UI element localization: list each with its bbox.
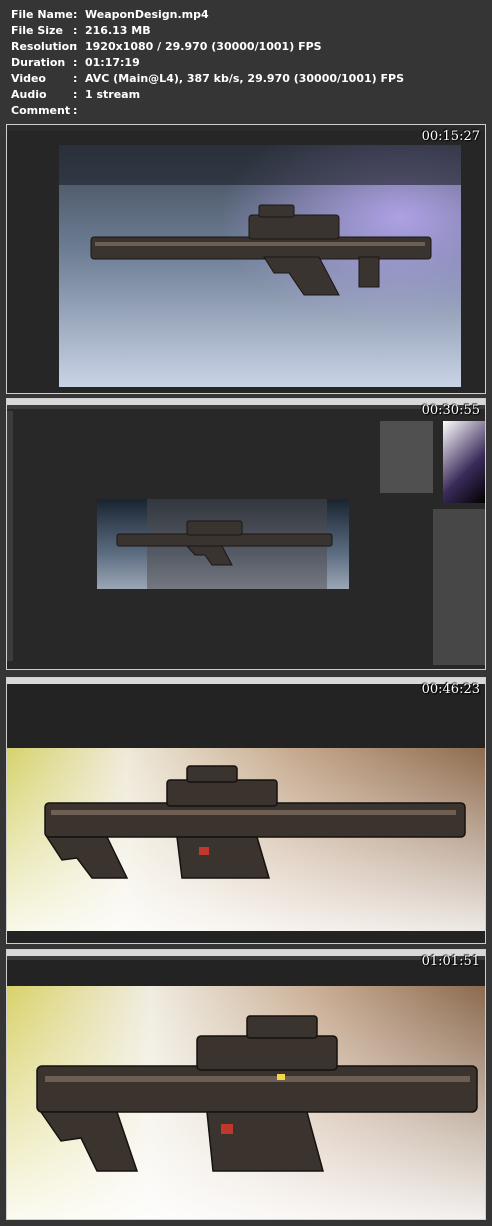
video-frame-3: 00:46:23 bbox=[6, 677, 486, 944]
info-label: Duration bbox=[11, 56, 66, 69]
info-row-video: Video: AVC (Main@L4), 387 kb/s, 29.970 (3… bbox=[11, 71, 404, 87]
info-label: Video bbox=[11, 72, 46, 85]
info-colon: : bbox=[73, 104, 78, 117]
document-tab-bar bbox=[7, 956, 485, 960]
info-value: 216.13 MB bbox=[85, 24, 151, 37]
layers-panel bbox=[433, 509, 485, 665]
info-value: WeaponDesign.mp4 bbox=[85, 8, 209, 21]
weapon-artwork bbox=[7, 986, 485, 1219]
color-picker[interactable] bbox=[443, 421, 485, 503]
info-colon: : bbox=[73, 24, 78, 37]
info-row-duration: Duration:01:17:19 bbox=[11, 55, 140, 71]
tools-panel bbox=[7, 411, 13, 661]
app-menubar bbox=[7, 678, 485, 684]
video-frame-2: 00:30:55 bbox=[6, 398, 486, 670]
info-colon: : bbox=[73, 40, 78, 53]
info-row-audio: Audio:1 stream bbox=[11, 87, 140, 103]
info-label: File Name bbox=[11, 8, 73, 21]
timestamp: 01:01:51 bbox=[421, 954, 480, 969]
info-colon: : bbox=[73, 72, 78, 85]
file-info-panel: File Name: WeaponDesign.mp4 File Size:216… bbox=[0, 0, 492, 122]
info-colon: : bbox=[73, 88, 78, 101]
info-colon: : bbox=[73, 56, 78, 69]
info-row-file-name: File Name: WeaponDesign.mp4 bbox=[11, 7, 209, 23]
timestamp: 00:46:23 bbox=[421, 682, 480, 697]
info-row-resolution: Resolution: 1920x1080 / 29.970 (30000/100… bbox=[11, 39, 322, 55]
info-row-comment: Comment: bbox=[11, 103, 85, 119]
info-colon: : bbox=[73, 8, 78, 21]
weapon-artwork bbox=[97, 499, 349, 589]
info-value: 01:17:19 bbox=[85, 56, 140, 69]
info-row-file-size: File Size:216.13 MB bbox=[11, 23, 151, 39]
timestamp: 00:30:55 bbox=[421, 403, 480, 418]
info-label: Resolution bbox=[11, 40, 78, 53]
info-label: Comment bbox=[11, 104, 71, 117]
info-label: Audio bbox=[11, 88, 47, 101]
properties-panel bbox=[380, 421, 433, 493]
video-frame-4: 01:01:51 bbox=[6, 949, 486, 1220]
app-menubar bbox=[7, 125, 485, 131]
info-value: 1 stream bbox=[85, 88, 141, 101]
info-value: 1920x1080 / 29.970 (30000/1001) FPS bbox=[85, 40, 322, 53]
video-frame-1: 00:15:27 bbox=[6, 124, 486, 394]
info-value: AVC (Main@L4), 387 kb/s, 29.970 (30000/1… bbox=[85, 72, 404, 85]
weapon-artwork bbox=[59, 145, 461, 387]
info-label: File Size bbox=[11, 24, 63, 37]
timestamp: 00:15:27 bbox=[421, 129, 480, 144]
weapon-artwork bbox=[7, 748, 485, 931]
options-bar bbox=[7, 405, 485, 409]
